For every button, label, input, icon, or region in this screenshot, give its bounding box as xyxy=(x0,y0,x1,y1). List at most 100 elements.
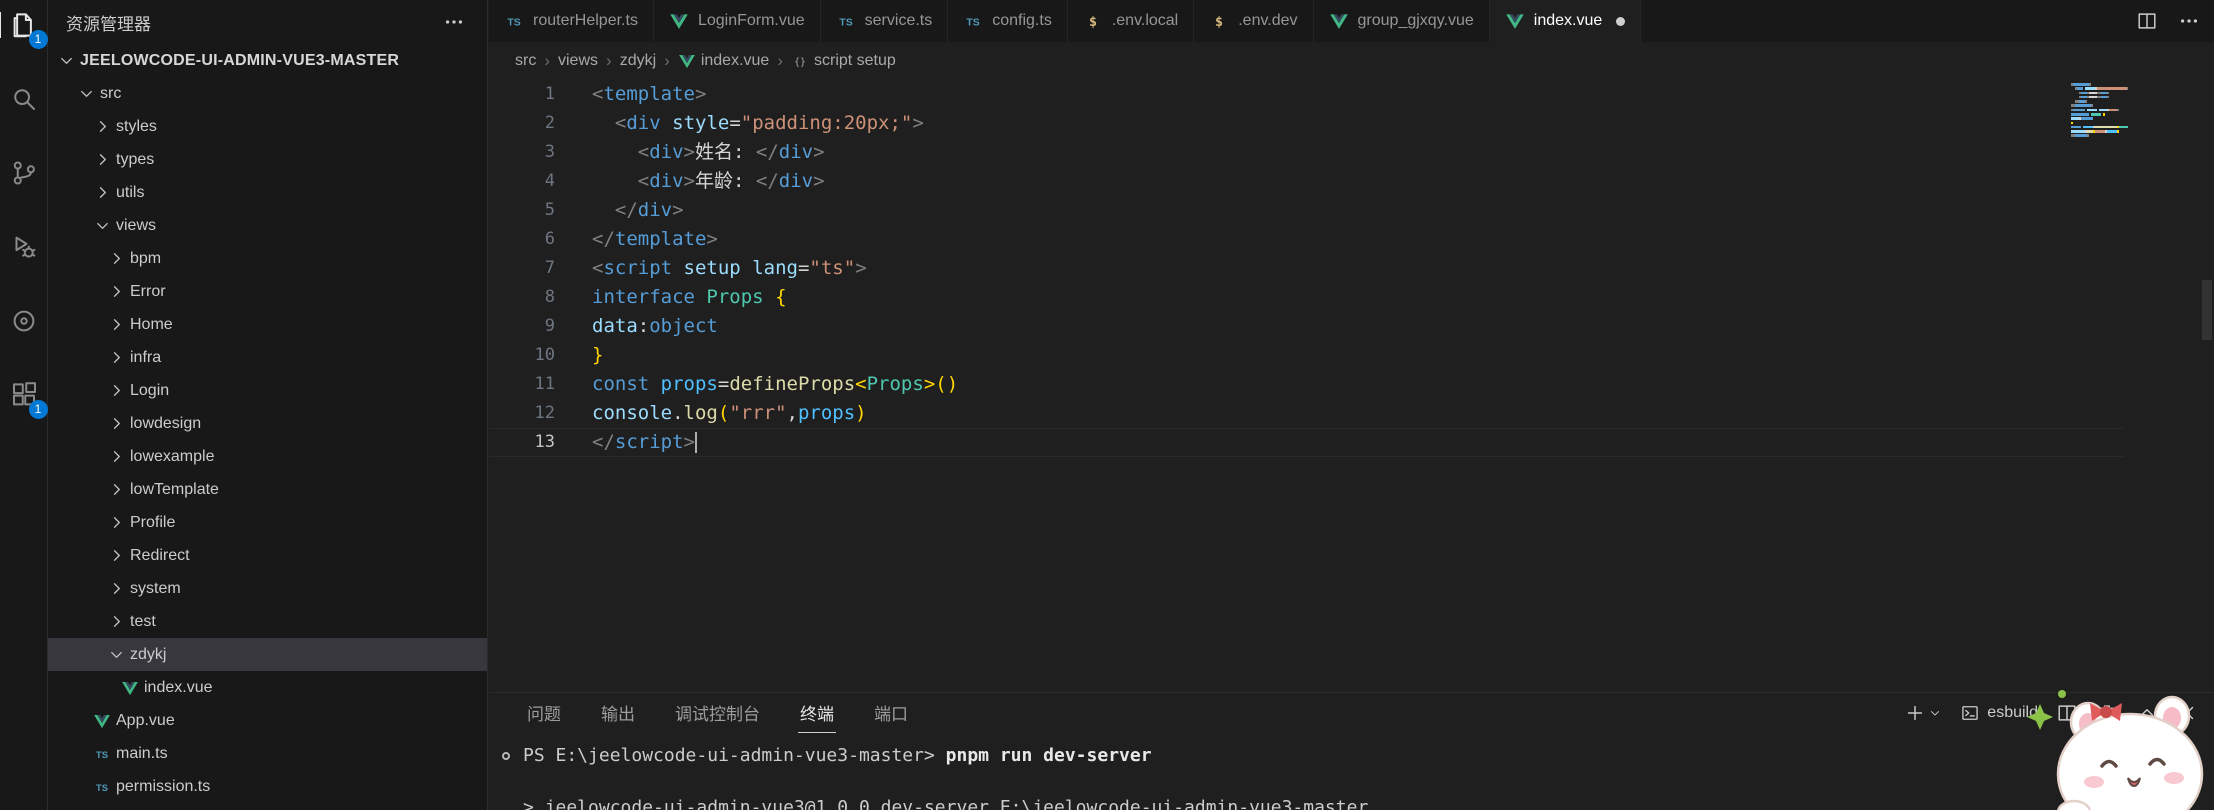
tree-item-infra[interactable]: infra xyxy=(48,341,487,374)
breadcrumb-index.vue[interactable]: index.vue xyxy=(678,52,769,70)
tree-item-Error[interactable]: Error xyxy=(48,275,487,308)
panel-tabs: 问题 输出 调试控制台 终端 端口 xyxy=(525,693,910,733)
code-text: <script setup lang="ts"> xyxy=(592,257,867,279)
chevron-right-icon xyxy=(104,578,128,600)
tab-routerHelper.ts[interactable]: TS routerHelper.ts xyxy=(489,0,654,42)
activity-explorer-button[interactable]: 1 xyxy=(0,10,48,49)
code-line-5[interactable]: 5 </div> xyxy=(489,196,2124,225)
code-line-12[interactable]: 12 console.log("rrr",props) xyxy=(489,399,2124,428)
split-terminal-button[interactable] xyxy=(2056,702,2078,724)
tab-label: service.ts xyxy=(864,12,933,29)
tree-item-types[interactable]: types xyxy=(48,143,487,176)
code-line-10[interactable]: 10} xyxy=(489,341,2124,370)
code-line-9[interactable]: 9 data:object xyxy=(489,312,2124,341)
tree-item-utils[interactable]: utils xyxy=(48,176,487,209)
tree-item-label: types xyxy=(116,150,155,168)
vue-icon xyxy=(678,52,696,70)
breadcrumb-script setup[interactable]: {} script setup xyxy=(791,52,896,70)
tree-item-label: Login xyxy=(130,381,170,399)
code-line-8[interactable]: 8 interface Props { xyxy=(489,283,2124,312)
activity-run-debug-button[interactable] xyxy=(9,232,39,262)
tree-item-JEELOWCODE-UI-ADMIN-VUE3-MASTER[interactable]: JEELOWCODE-UI-ADMIN-VUE3-MASTER xyxy=(48,44,487,77)
tree-item-src[interactable]: src xyxy=(48,77,487,110)
panel-tab-端口[interactable]: 端口 xyxy=(872,693,910,733)
terminal-tab-esbuild[interactable]: esbuild xyxy=(1960,703,2038,723)
tab-service.ts[interactable]: TS service.ts xyxy=(821,0,949,42)
chevron-right-icon xyxy=(104,446,128,468)
panel-tab-终端[interactable]: 终端 xyxy=(798,693,836,733)
minimap[interactable] xyxy=(2071,83,2128,139)
code-line-13[interactable]: 13 </script> xyxy=(489,428,2124,457)
maximize-panel-button[interactable] xyxy=(2136,702,2158,724)
activity-extensions-button[interactable]: 1 xyxy=(9,380,48,419)
breadcrumb-src[interactable]: src xyxy=(515,52,536,70)
activity-remote-button[interactable] xyxy=(9,306,39,336)
tab-config.ts[interactable]: TS config.ts xyxy=(948,0,1068,42)
activity-search-button[interactable] xyxy=(9,84,39,114)
tree-item-main.ts[interactable]: TS main.ts xyxy=(48,737,487,770)
tree-item-App.vue[interactable]: App.vue xyxy=(48,704,487,737)
tree-item-label: index.vue xyxy=(144,678,213,696)
svg-text:TS: TS xyxy=(96,783,108,793)
breadcrumb-zdykj[interactable]: zdykj xyxy=(620,52,656,70)
panel-tab-label: 终端 xyxy=(800,705,834,724)
tree-item-Profile[interactable]: Profile xyxy=(48,506,487,539)
tab-LoginForm.vue[interactable]: LoginForm.vue xyxy=(654,0,821,42)
panel-tab-label: 输出 xyxy=(601,705,635,724)
tree-item-Redirect[interactable]: Redirect xyxy=(48,539,487,572)
code-line-1[interactable]: 1 <template> xyxy=(489,80,2124,109)
code-line-11[interactable]: 11 const props=defineProps<Props>() xyxy=(489,370,2124,399)
chevron-down-icon xyxy=(90,215,114,237)
code-line-3[interactable]: 3 <div>姓名: </div> xyxy=(489,138,2124,167)
code-editor[interactable]: 1 <template> 2 <div style="padding:20px;">… xyxy=(489,80,2214,692)
terminal[interactable]: PS E:\jeelowcode-ui-admin-vue3-master> p… xyxy=(489,733,2214,810)
tree-item-zdykj[interactable]: zdykj xyxy=(48,638,487,671)
activity-bar: 11 xyxy=(0,0,48,810)
panel-tab-输出[interactable]: 输出 xyxy=(599,693,637,733)
tree-item-Login[interactable]: Login xyxy=(48,374,487,407)
split-editor-button[interactable] xyxy=(2136,10,2158,32)
close-panel-button[interactable] xyxy=(2176,702,2198,724)
tree-item-bpm[interactable]: bpm xyxy=(48,242,487,275)
sidebar-explorer: 资源管理器 JEELOWCODE-UI-ADMIN-VUE3-MASTER src… xyxy=(48,0,488,810)
code-line-7[interactable]: 7 <script setup lang="ts"> xyxy=(489,254,2124,283)
tree-item-test[interactable]: test xyxy=(48,605,487,638)
panel-tab-调试控制台[interactable]: 调试控制台 xyxy=(673,693,762,733)
tab-index.vue[interactable]: index.vue xyxy=(1489,0,1642,42)
chevron-right-icon xyxy=(104,413,128,435)
editor-scrollbar[interactable] xyxy=(2202,280,2212,340)
chevron-right-icon xyxy=(104,281,128,303)
code-line-4[interactable]: 4 <div>年龄: </div> xyxy=(489,167,2124,196)
tree-item-lowexample[interactable]: lowexample xyxy=(48,440,487,473)
line-number: 3 xyxy=(544,142,555,162)
panel-tab-问题[interactable]: 问题 xyxy=(525,693,563,733)
tree-item-label: permission.ts xyxy=(116,777,211,795)
chevron-down-icon xyxy=(54,50,78,72)
kill-terminal-button[interactable] xyxy=(2096,702,2118,724)
more-actions-icon[interactable] xyxy=(443,11,465,33)
activity-source-control-button[interactable] xyxy=(9,158,39,188)
code-line-6[interactable]: 6 </template> xyxy=(489,225,2124,254)
breadcrumb-views[interactable]: views xyxy=(558,52,598,70)
editor-more-actions-button[interactable] xyxy=(2178,10,2200,32)
tree-item-system[interactable]: system xyxy=(48,572,487,605)
svg-text:TS: TS xyxy=(967,18,980,29)
code-lines: 1 <template> 2 <div style="padding:20px;">… xyxy=(489,80,2124,457)
tree-item-lowdesign[interactable]: lowdesign xyxy=(48,407,487,440)
tab-group_gjxqy.vue[interactable]: group_gjxqy.vue xyxy=(1314,0,1490,42)
tree-item-lowTemplate[interactable]: lowTemplate xyxy=(48,473,487,506)
tree-item-styles[interactable]: styles xyxy=(48,110,487,143)
panel-tab-label: 端口 xyxy=(874,705,908,724)
tab-.env.local[interactable]: $ .env.local xyxy=(1068,0,1195,42)
tree-item-views[interactable]: views xyxy=(48,209,487,242)
chevron-right-icon xyxy=(104,380,128,402)
tree-item-Home[interactable]: Home xyxy=(48,308,487,341)
tree-item-label: Home xyxy=(130,315,173,333)
tab-.env.dev[interactable]: $ .env.dev xyxy=(1194,0,1314,42)
run-debug-icon xyxy=(9,232,39,262)
code-line-2[interactable]: 2 <div style="padding:20px;"> xyxy=(489,109,2124,138)
tree-item-index.vue[interactable]: index.vue xyxy=(48,671,487,704)
tree-item-permission.ts[interactable]: TS permission.ts xyxy=(48,770,487,803)
new-terminal-button[interactable] xyxy=(1904,702,1942,724)
terminal-line-1: PS E:\jeelowcode-ui-admin-vue3-master> p… xyxy=(489,741,2214,771)
